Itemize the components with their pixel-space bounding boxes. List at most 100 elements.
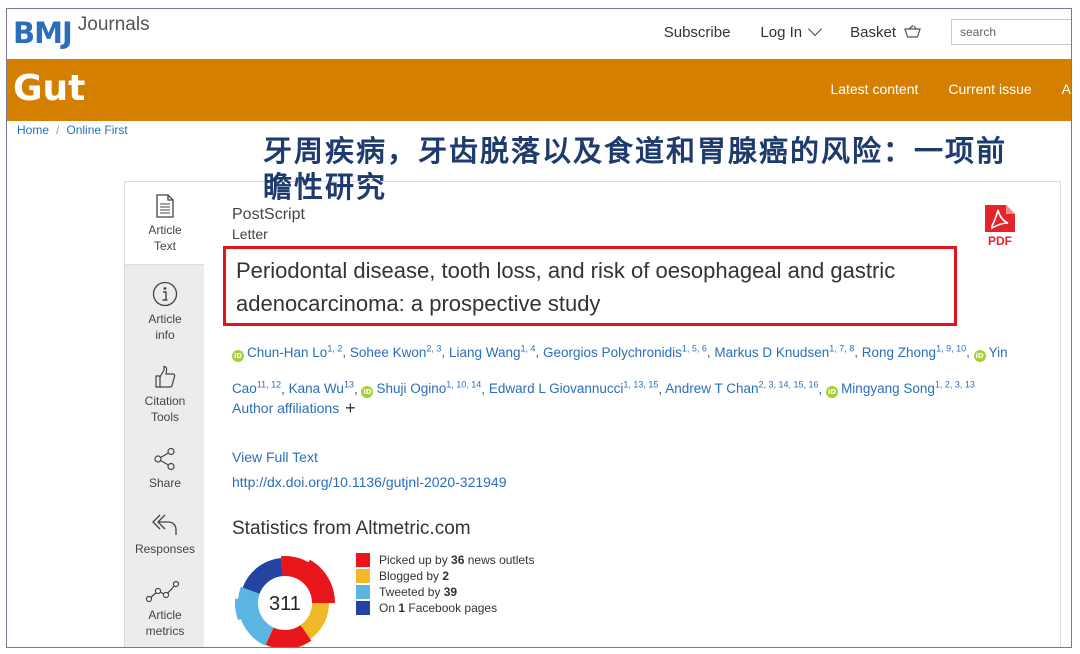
legend-swatch [356,553,370,567]
legend-text: Blogged by 2 [379,569,450,583]
journal-title[interactable]: Gut [13,65,85,113]
author-affiliation-sup: 1, 7, 8 [829,343,855,353]
breadcrumb-online-first[interactable]: Online First [66,123,127,137]
author-affiliation-sup: 1, 2, 3, 13 [934,379,975,390]
bmj-journals-logo[interactable]: BMJ Journals [13,15,150,55]
author-link[interactable]: Sohee Kwon2, 3 [349,343,442,360]
rail-item-responses[interactable]: Responses [125,513,205,557]
doi-link[interactable]: http://dx.doi.org/10.1136/gutjnl-2020-32… [232,474,507,490]
author-separator: , [342,344,350,360]
author-name: Sohee Kwon [349,344,427,360]
info-icon [152,281,178,307]
legend-text: Tweeted by 39 [379,585,458,599]
rail-item-citation-tools[interactable]: Citation Tools [125,365,205,425]
logo-bmj-text: BMJ [13,16,73,50]
author-link[interactable]: Liang Wang1, 4 [448,343,536,360]
article-tools-rail: Article Text Article info Citation Tools [124,181,205,647]
view-full-text-link[interactable]: View Full Text [232,449,318,465]
altmetric-donut[interactable]: 311 [230,548,340,648]
journal-nav: Latest content Current issue A [830,81,1071,97]
legend-swatch [356,569,370,583]
plus-icon: + [345,398,356,418]
subscribe-link[interactable]: Subscribe [664,24,731,41]
author-name: Rong Zhong [861,344,937,360]
author-name: Markus D Knudsen [714,344,830,360]
author-link[interactable]: Kana Wu13 [288,379,354,397]
logo-journals-text: Journals [77,14,150,35]
orcid-icon[interactable]: iD [232,349,244,362]
article-section: PostScript [232,206,305,223]
altmetric-heading: Statistics from Altmetric.com [232,518,471,539]
author-name: Georgios Polychronidis [543,344,682,360]
author-separator: , [441,344,449,360]
author-affiliation-sup: 1, 2 [327,343,343,353]
search-input[interactable] [951,19,1071,45]
author-affiliation-sup: 11, 12 [256,379,282,390]
rail-item-article-info[interactable]: Article info [125,281,205,343]
rail-label: Share [148,476,182,490]
author-link[interactable]: iD Chun-Han Lo1, 2 [232,343,343,362]
author-separator: , [854,344,862,360]
top-links: Subscribe Log In Basket [664,19,1071,45]
pdf-download[interactable]: PDF [983,204,1017,252]
author-affiliation-sup: 13 [343,379,354,390]
rail-label: Article Text [148,223,182,253]
breadcrumb-separator: / [56,123,60,137]
author-link[interactable]: Edward L Giovannucci1, 13, 15 [489,380,659,397]
author-name: Andrew T Chan [665,381,759,396]
top-bar: BMJ Journals Subscribe Log In Basket [7,9,1071,59]
rail-label: Responses [134,542,196,556]
author-name: Liang Wang [448,344,521,360]
legend-row: On 1 Facebook pages [356,600,534,616]
author-separator: , [535,344,544,360]
author-name: Mingyang Song [841,381,935,396]
rail-item-article-text[interactable]: Article Text [124,181,205,265]
author-link[interactable]: Rong Zhong1, 9, 10 [861,343,967,360]
author-link[interactable]: Georgios Polychronidis1, 5, 6 [543,343,707,360]
affiliations-label: Author affiliations [232,400,340,416]
legend-text: On 1 Facebook pages [379,601,498,615]
orcid-icon[interactable]: iD [973,349,986,362]
author-affiliation-sup: 2, 3, 14, 15, 16 [758,379,819,390]
altmetric-legend: Picked up by 36 news outlets Blogged by 2… [356,552,534,616]
orcid-icon[interactable]: iD [361,386,374,398]
basket-label: Basket [850,23,896,41]
orcid-icon[interactable]: iD [826,386,839,398]
breadcrumb-home[interactable]: Home [17,123,49,137]
author-name: Shuji Ogino [376,381,447,396]
rail-item-article-metrics[interactable]: Article metrics [125,579,205,639]
nav-latest-content[interactable]: Latest content [830,81,918,97]
author-affiliation-sup: 1, 9, 10 [936,343,967,353]
author-separator: , [818,381,827,396]
title-highlight-box: Periodontal disease, tooth loss, and ris… [223,246,957,326]
basket-link[interactable]: Basket [850,24,921,41]
document-icon [156,194,174,218]
author-link[interactable]: Markus D Knudsen1, 7, 8 [714,343,855,360]
author-affiliation-sup: 2, 3 [426,343,442,353]
author-affiliation-sup: 1, 4 [520,343,536,353]
journal-header-bar: Gut Latest content Current issue A [7,59,1071,121]
basket-icon [904,25,921,38]
legend-row: Picked up by 36 news outlets [356,552,534,568]
overlay-translated-title: 牙周疾病，牙齿脱落以及食道和胃腺癌的风险：一项前瞻性研究 [263,134,1008,204]
legend-row: Tweeted by 39 [356,584,534,600]
login-menu[interactable]: Log In [760,21,823,41]
breadcrumb: Home / Online First [17,123,128,137]
article-card: PostScript Letter PDF Periodontal diseas… [204,181,1061,648]
nav-item-truncated[interactable]: A [1062,81,1071,97]
author-link[interactable]: Andrew T Chan2, 3, 14, 15, 16 [665,379,819,397]
thumbs-up-icon [155,365,176,388]
rail-item-share[interactable]: Share [125,447,205,491]
metrics-icon [146,580,180,603]
author-link[interactable]: iD Shuji Ogino1, 10, 14 [361,379,482,398]
rail-label: Article metrics [145,608,185,638]
legend-swatch [356,585,370,599]
author-name: Kana Wu [288,381,344,396]
author-link[interactable]: iD Mingyang Song1, 2, 3, 13 [826,379,975,398]
nav-current-issue[interactable]: Current issue [948,81,1031,97]
author-separator: , [481,381,489,396]
author-affiliations-toggle[interactable]: Author affiliations + [232,398,356,418]
author-separator: , [966,344,974,360]
browser-frame: BMJ Journals Subscribe Log In Basket Gut… [6,8,1072,648]
author-affiliation-sup: 1, 10, 14 [446,379,482,390]
